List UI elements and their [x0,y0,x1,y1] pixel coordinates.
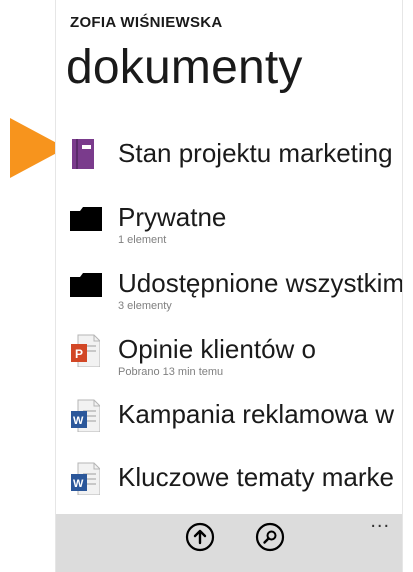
svg-text:W: W [73,478,84,490]
search-button[interactable] [255,522,285,552]
phone-screen: ZOFIA WIŚNIEWSKA dokumenty Stan projektu… [55,0,403,572]
item-name: Opinie klientów o [118,334,316,364]
list-item-folder[interactable]: Prywatne 1 element [70,201,402,257]
app-bar: ... [56,510,402,572]
item-subtitle: Pobrano 13 min temu [118,366,224,378]
account-name: ZOFIA WIŚNIEWSKA [70,14,223,31]
powerpoint-document-icon: P [70,333,101,372]
search-icon [255,522,285,552]
svg-text:P: P [75,347,83,361]
word-document-icon: W [70,461,101,500]
list-item-document[interactable]: W Kampania reklamowa w [70,398,402,454]
more-menu-button[interactable]: ... [370,510,390,533]
item-name: Kluczowe tematy marke [118,462,394,492]
svg-text:W: W [73,415,84,427]
item-name: Prywatne [118,202,227,232]
item-name: Stan projektu marketing [118,138,393,168]
item-subtitle: 1 element [118,234,167,246]
upload-button[interactable] [185,522,215,552]
item-subtitle: 3 elementy [118,300,172,312]
list-item-notebook[interactable]: Stan projektu marketing [70,137,402,193]
item-name: Kampania reklamowa w [118,399,395,429]
word-document-icon: W [70,398,101,437]
list-item-folder[interactable]: Udostępnione wszystkim 3 elementy [70,267,403,323]
list-item-document[interactable]: P Opinie klientów o Pobrano 13 min temu [70,333,402,389]
item-name: Udostępnione wszystkim [118,268,403,298]
folder-icon [70,273,102,302]
upload-icon [185,522,215,552]
folder-icon [70,207,102,236]
page-title: dokumenty [66,41,303,94]
list-item-document[interactable]: W Kluczowe tematy marke [70,461,402,517]
onenote-notebook-icon [70,139,96,174]
